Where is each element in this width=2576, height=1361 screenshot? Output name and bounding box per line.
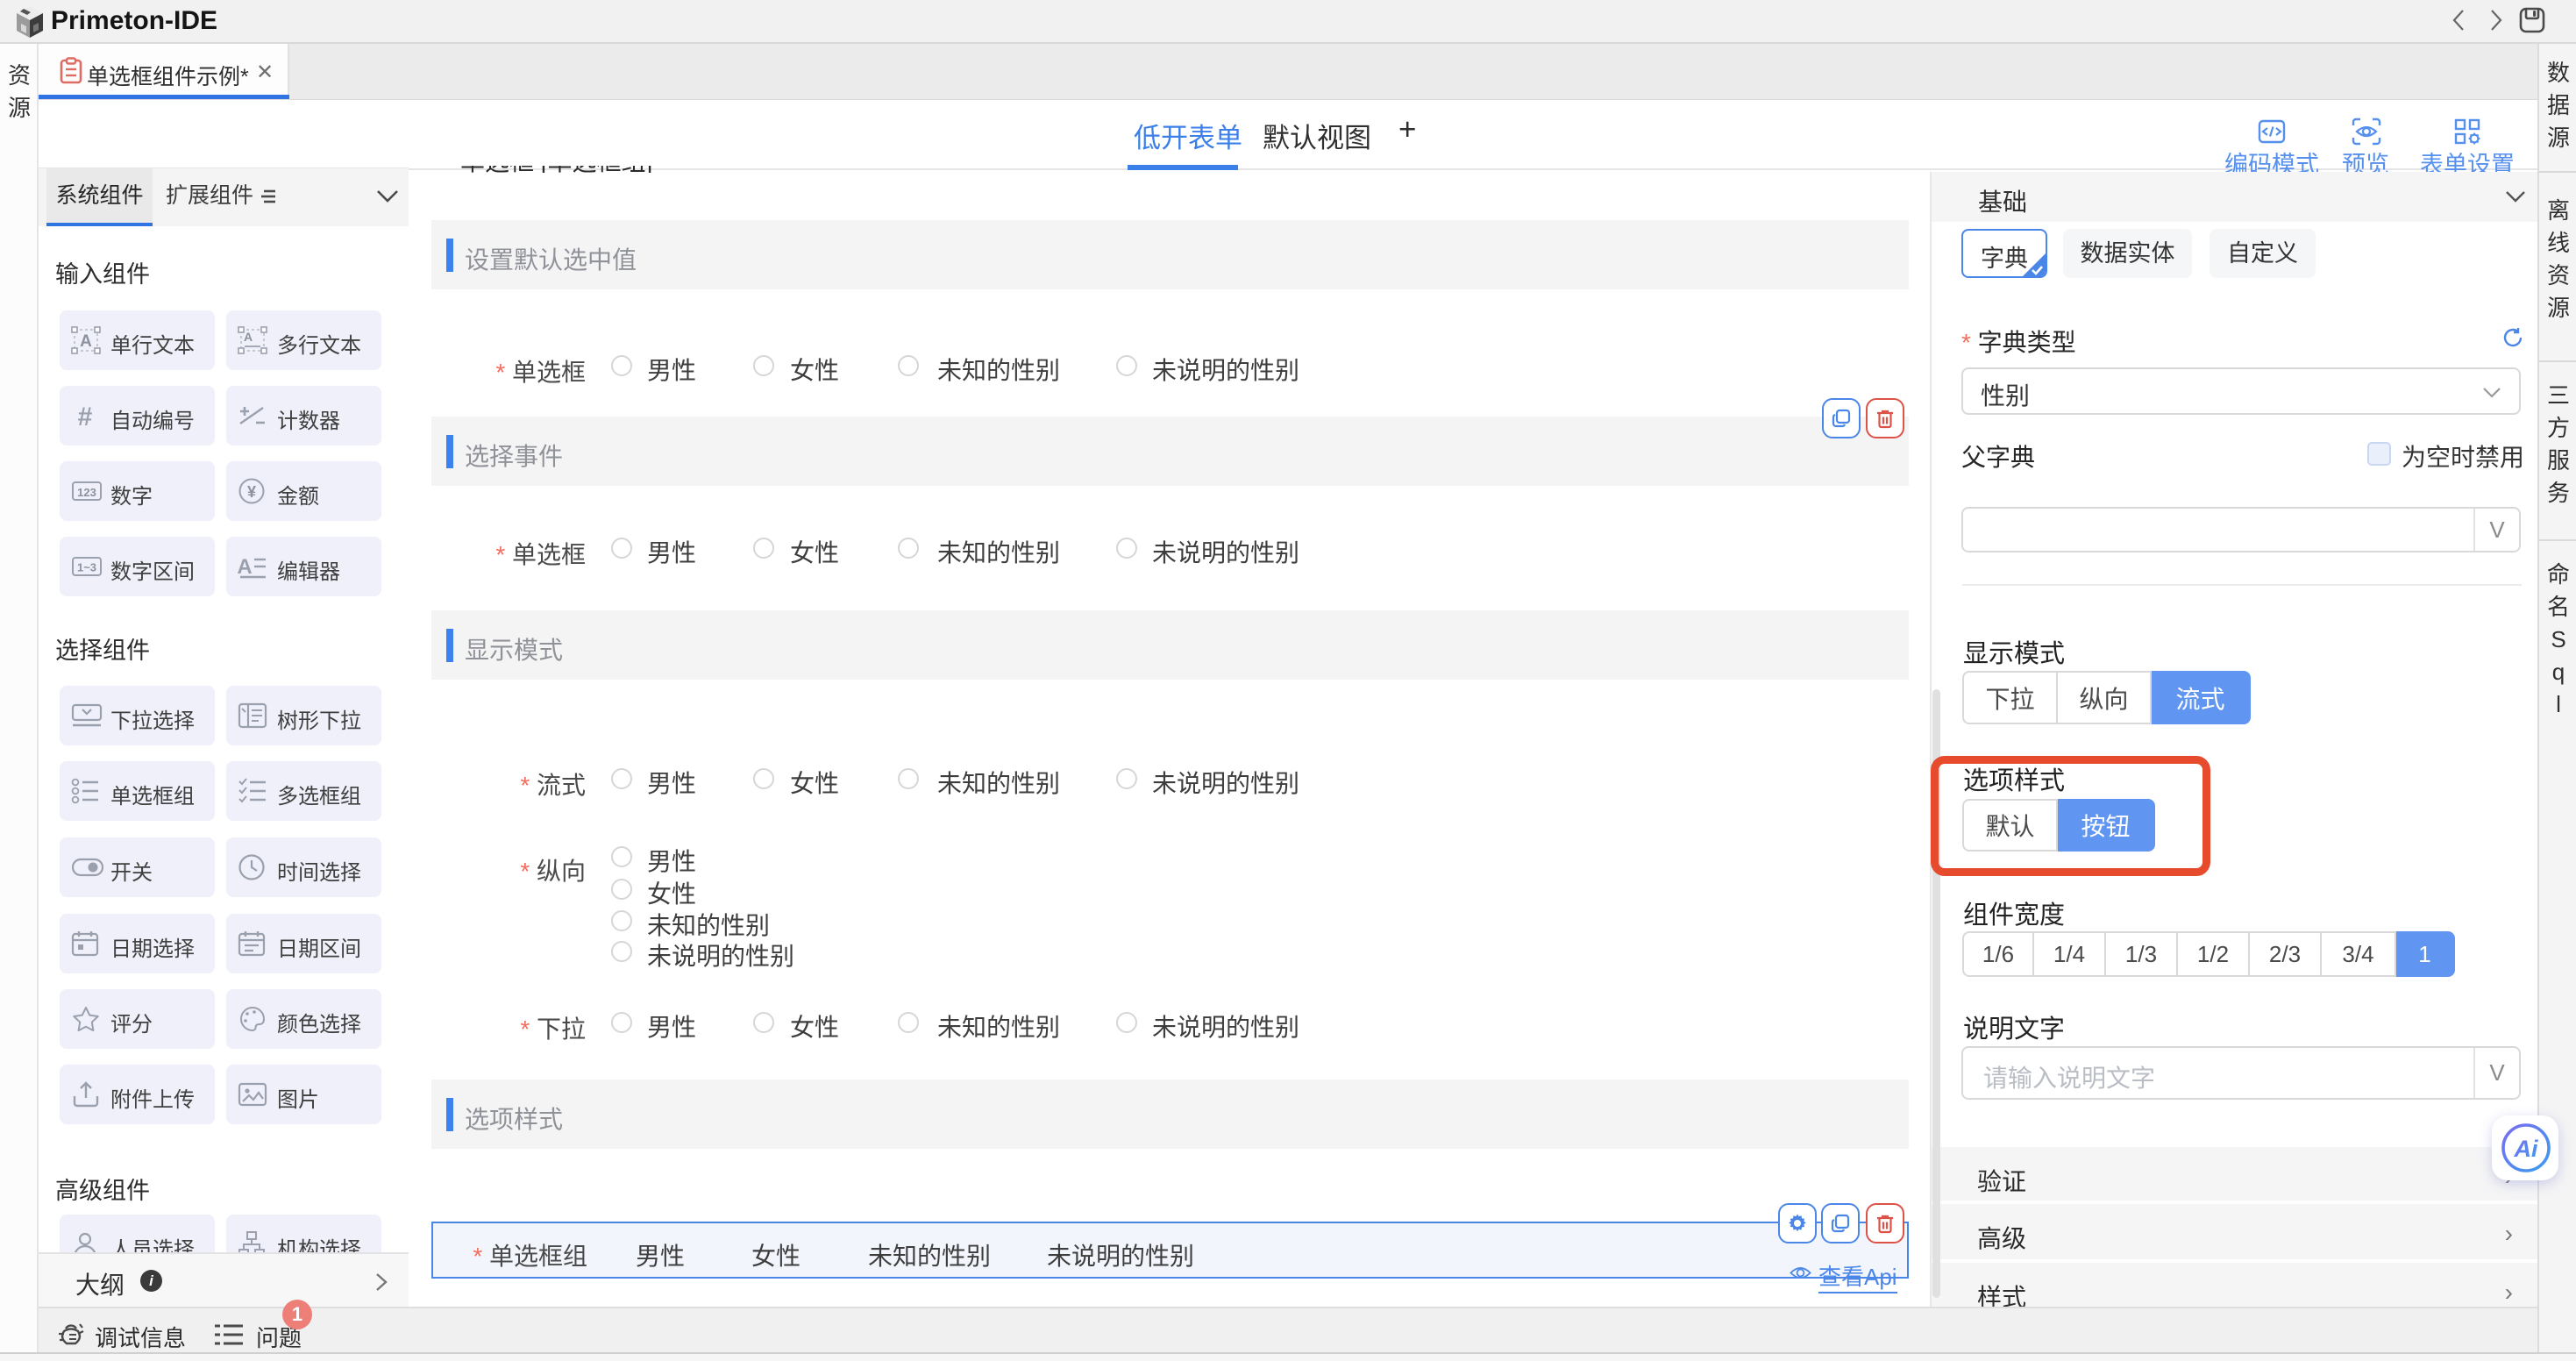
svg-text:A: A (238, 555, 253, 579)
svg-text:¥: ¥ (247, 483, 256, 501)
svg-text:Ai: Ai (2514, 1136, 2538, 1162)
svg-text:1~3: 1~3 (77, 561, 96, 574)
svg-text:A: A (244, 330, 253, 344)
svg-text:123: 123 (77, 486, 96, 499)
svg-text:A: A (80, 332, 92, 351)
svg-text:#: # (78, 403, 93, 430)
